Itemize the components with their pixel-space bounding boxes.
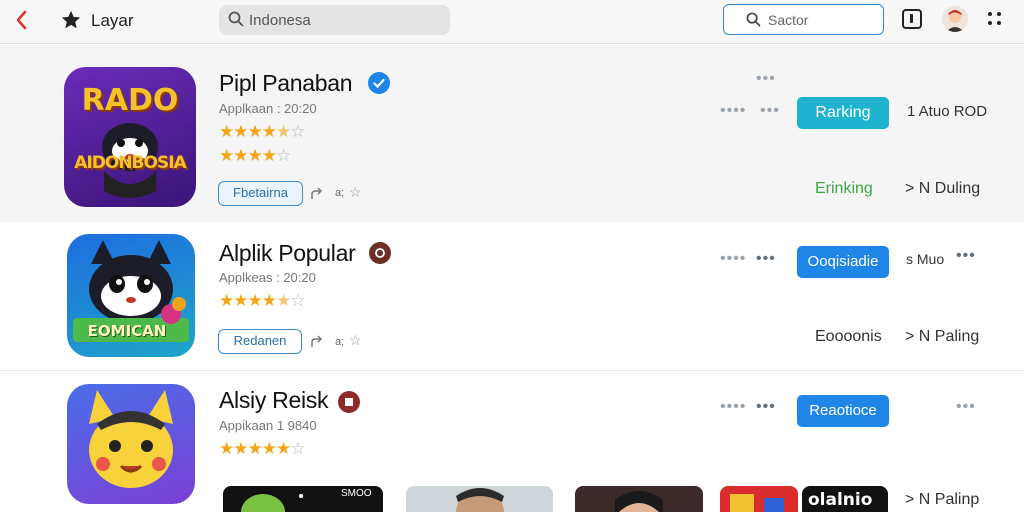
app-icon-text-bottom: EOMICAN	[87, 322, 167, 340]
small-star-icon[interactable]: ☆	[349, 184, 362, 201]
small-mark: a;	[335, 187, 345, 199]
app-name[interactable]: Pipl Panaban	[219, 70, 353, 97]
app-icon[interactable]: RADO AIDONBOSIA	[64, 67, 196, 207]
more-dots-icon[interactable]: •••	[760, 102, 780, 120]
search-icon	[746, 12, 761, 27]
small-mark: a;	[335, 336, 345, 348]
preview-thumbnail[interactable]	[720, 486, 798, 512]
primary-action-button[interactable]: Rarking	[797, 97, 889, 129]
star-icon[interactable]	[60, 9, 82, 31]
info-icon[interactable]	[902, 9, 922, 29]
avatar[interactable]	[942, 6, 968, 32]
tag-button[interactable]: Redanen	[218, 329, 302, 354]
side-label: s Muo	[906, 251, 945, 267]
list-item[interactable]: EOMICAN Alplik Popular Applkeas : 20:20 …	[0, 222, 1024, 370]
primary-action-button[interactable]: Ooqisiadie	[797, 246, 889, 278]
back-chevron-icon[interactable]	[14, 9, 34, 33]
share-icon[interactable]	[310, 186, 326, 202]
more-dots-icon[interactable]: ••••	[720, 250, 746, 268]
search-input-primary[interactable]	[249, 9, 439, 31]
side-label: > N Duling	[905, 180, 981, 197]
search-field-secondary[interactable]	[723, 4, 884, 35]
app-icon-text-bottom: AIDONBOSIA	[74, 153, 186, 173]
status-label: Eoooonis	[815, 328, 882, 345]
verified-badge-icon	[369, 242, 391, 264]
more-dots-icon[interactable]: •••	[756, 398, 776, 416]
more-dots-icon[interactable]: ••••	[720, 398, 746, 416]
rating-stars: ★★★★★☆	[219, 122, 305, 141]
app-name[interactable]: Alplik Popular	[219, 240, 356, 267]
more-dots-icon[interactable]: •••	[956, 398, 976, 416]
preview-thumbnail[interactable]	[575, 486, 703, 512]
list-item[interactable]: RADO AIDONBOSIA Pipl Panaban Applkaan : …	[0, 45, 1024, 222]
app-icon-text-top: RADO	[81, 83, 179, 118]
share-icon[interactable]	[310, 334, 326, 350]
app-name[interactable]: Alsiy Reisk	[219, 387, 328, 414]
small-star-icon[interactable]: ☆	[349, 332, 362, 349]
tag-button[interactable]: Fbetairna	[218, 181, 303, 206]
more-menu-icon[interactable]	[988, 12, 1002, 26]
side-label: > N Paling	[905, 328, 980, 345]
more-dots-icon[interactable]: •••	[756, 70, 776, 88]
app-icon[interactable]	[67, 384, 195, 504]
app-subtitle: Applkaan : 20:20	[219, 101, 317, 116]
verified-badge-icon	[368, 72, 390, 94]
more-dots-icon[interactable]: •••	[756, 250, 776, 268]
preview-thumbnail[interactable]: olalnio	[802, 486, 888, 512]
app-icon[interactable]: EOMICAN	[67, 234, 195, 357]
rating-stars: ★★★★☆	[219, 146, 291, 165]
rating-stars: ★★★★★☆	[219, 291, 305, 310]
rating-stars: ★★★★★☆	[219, 439, 305, 458]
thumbnail-text: SMOO	[341, 488, 372, 499]
search-field-primary[interactable]	[219, 5, 450, 35]
search-input-secondary[interactable]	[768, 10, 878, 30]
app-subtitle: Appikaan 1 9840	[219, 418, 317, 433]
top-bar: Layar	[0, 0, 1024, 44]
app-subtitle: Applkeas : 20:20	[219, 270, 316, 285]
search-icon	[228, 11, 244, 27]
side-label: > N Palinp	[905, 491, 980, 508]
preview-thumbnail[interactable]: SMOO	[223, 486, 383, 512]
preview-thumbnail[interactable]	[406, 486, 553, 512]
status-label: Erinking	[815, 180, 873, 197]
primary-action-button[interactable]: Reaotioce	[797, 395, 889, 427]
more-dots-icon[interactable]: ••••	[720, 102, 746, 120]
page-title: Layar	[91, 11, 134, 30]
verified-badge-icon	[338, 391, 360, 413]
side-label: 1 Atuo ROD	[907, 103, 988, 120]
thumbnail-text: olalnio	[808, 490, 873, 510]
more-dots-icon[interactable]: •••	[956, 247, 976, 265]
